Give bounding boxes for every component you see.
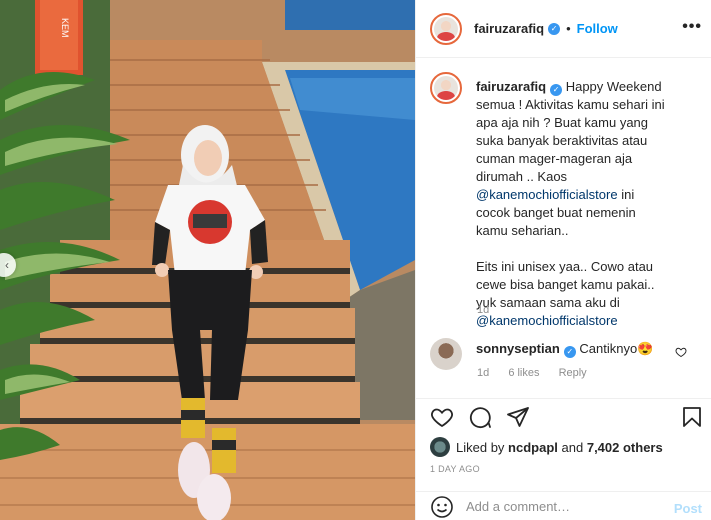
comment-icon[interactable] <box>468 405 492 429</box>
header-username[interactable]: fairuzarafiq <box>474 21 544 36</box>
chevron-left-icon: ‹ <box>5 258 9 272</box>
emoji-icon[interactable] <box>430 495 454 519</box>
reply-button[interactable]: Reply <box>559 367 587 379</box>
add-comment-input[interactable] <box>466 499 666 514</box>
comment-row: sonnyseptian ✓ Cantiknyo😍 <box>430 338 666 370</box>
comment-likes[interactable]: 6 likes <box>508 367 539 379</box>
likes-prefix: Liked by <box>456 439 505 455</box>
sign-text: KEM <box>60 18 70 38</box>
action-icons <box>430 405 530 429</box>
caption-meta: 1d <box>477 304 505 316</box>
post-details-panel: fairuzarafiq ✓ • Follow ••• fairuzarafiq… <box>415 0 711 520</box>
share-icon[interactable] <box>506 405 530 429</box>
caption-row: fairuzarafiq ✓ Happy Weekend semua ! Akti… <box>430 72 666 330</box>
likes-summary: Liked by ncdpapl and 7,402 others <box>430 437 663 457</box>
comment-time[interactable]: 1d <box>477 367 489 379</box>
liker-username[interactable]: ncdpapl <box>508 440 558 455</box>
post-comment-button[interactable]: Post <box>674 501 702 516</box>
comment-text: sonnyseptian ✓ Cantiknyo😍 <box>476 340 666 370</box>
comment-username[interactable]: sonnyseptian <box>476 341 560 356</box>
verified-badge-icon: ✓ <box>548 22 561 35</box>
photo-scene: KEM <box>0 0 415 520</box>
caption-body-3: Eits ini unisex yaa.. Cowo atau cewe bis… <box>476 259 655 310</box>
avatar[interactable] <box>430 12 462 45</box>
post-header: fairuzarafiq ✓ • Follow ••• <box>416 0 711 58</box>
verified-badge-icon: ✓ <box>563 346 576 358</box>
bookmark-icon[interactable] <box>680 405 704 429</box>
heart-icon[interactable] <box>430 405 454 429</box>
caption-mention-1[interactable]: @kanemochiofficialstore <box>476 187 618 202</box>
comment-meta: 1d 6 likes Reply <box>477 367 603 379</box>
caption-username[interactable]: fairuzarafiq <box>476 79 546 94</box>
header-separator: • <box>566 21 571 36</box>
caption-text: fairuzarafiq ✓ Happy Weekend semua ! Akti… <box>476 78 666 330</box>
more-options-icon[interactable]: ••• <box>682 18 702 36</box>
commenter-avatar[interactable] <box>430 338 462 370</box>
add-comment-bar: Post <box>416 491 711 520</box>
verified-badge-icon: ✓ <box>550 84 563 96</box>
post-date[interactable]: 1 DAY AGO <box>430 464 480 474</box>
caption-body-1: Happy Weekend semua ! Aktivitas kamu seh… <box>476 79 665 184</box>
comments-area: fairuzarafiq ✓ Happy Weekend semua ! Akti… <box>416 58 711 398</box>
caption-time[interactable]: 1d <box>477 304 489 316</box>
likes-middle: and <box>561 439 584 455</box>
comment-body: Cantiknyo😍 <box>579 341 654 356</box>
post-photo[interactable]: KEM ‹ <box>0 0 415 520</box>
liker-avatar[interactable] <box>430 437 450 457</box>
comment-like-icon[interactable] <box>675 346 687 358</box>
follow-button[interactable]: Follow <box>577 21 618 36</box>
likes-count[interactable]: 7,402 others <box>587 440 663 455</box>
post-actions: Liked by ncdpapl and 7,402 others 1 DAY … <box>416 398 711 520</box>
caption-avatar[interactable] <box>430 72 462 104</box>
